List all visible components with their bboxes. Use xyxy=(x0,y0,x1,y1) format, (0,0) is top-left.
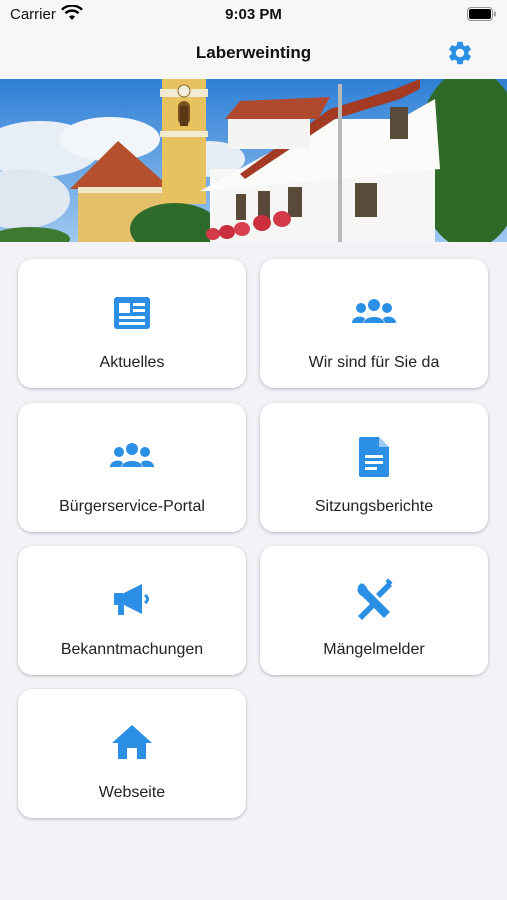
tile-label: Bekanntmachungen xyxy=(60,641,204,658)
tile-maengelmelder[interactable]: Mängelmelder xyxy=(260,546,488,675)
tile-aktuelles[interactable]: Aktuelles xyxy=(18,259,246,388)
tile-label: Webseite xyxy=(98,784,166,801)
newspaper-icon xyxy=(114,297,150,329)
home-icon xyxy=(112,725,152,759)
hero-village-image xyxy=(0,79,507,242)
tile-label: Aktuelles xyxy=(99,354,165,371)
settings-gear-icon[interactable] xyxy=(446,39,474,67)
people-group-icon xyxy=(352,299,396,323)
megaphone-icon xyxy=(114,584,149,615)
tile-label: Mängelmelder xyxy=(323,641,425,658)
status-bar: Carrier 9:03 PM xyxy=(0,0,507,30)
tile-label: Wir sind für Sie da xyxy=(308,354,440,371)
tile-sitzungsberichte[interactable]: Sitzungsberichte xyxy=(260,403,488,532)
page-title: Laberweinting xyxy=(195,43,312,62)
tools-icon xyxy=(357,578,393,620)
tile-webseite[interactable]: Webseite xyxy=(18,689,246,818)
navigation-bar: Laberweinting xyxy=(0,30,507,79)
battery-icon xyxy=(467,7,496,21)
document-icon xyxy=(359,437,389,477)
tile-bekanntmachungen[interactable]: Bekanntmachungen xyxy=(18,546,246,675)
tile-buergerservice-portal[interactable]: Bürgerservice-Portal xyxy=(18,403,246,532)
people-group-icon xyxy=(110,443,154,467)
tile-label: Bürgerservice-Portal xyxy=(59,498,205,515)
tile-wir-sind-fuer-sie-da[interactable]: Wir sind für Sie da xyxy=(260,259,488,388)
clock: 9:03 PM xyxy=(225,6,282,23)
tile-label: Sitzungsberichte xyxy=(314,498,434,515)
